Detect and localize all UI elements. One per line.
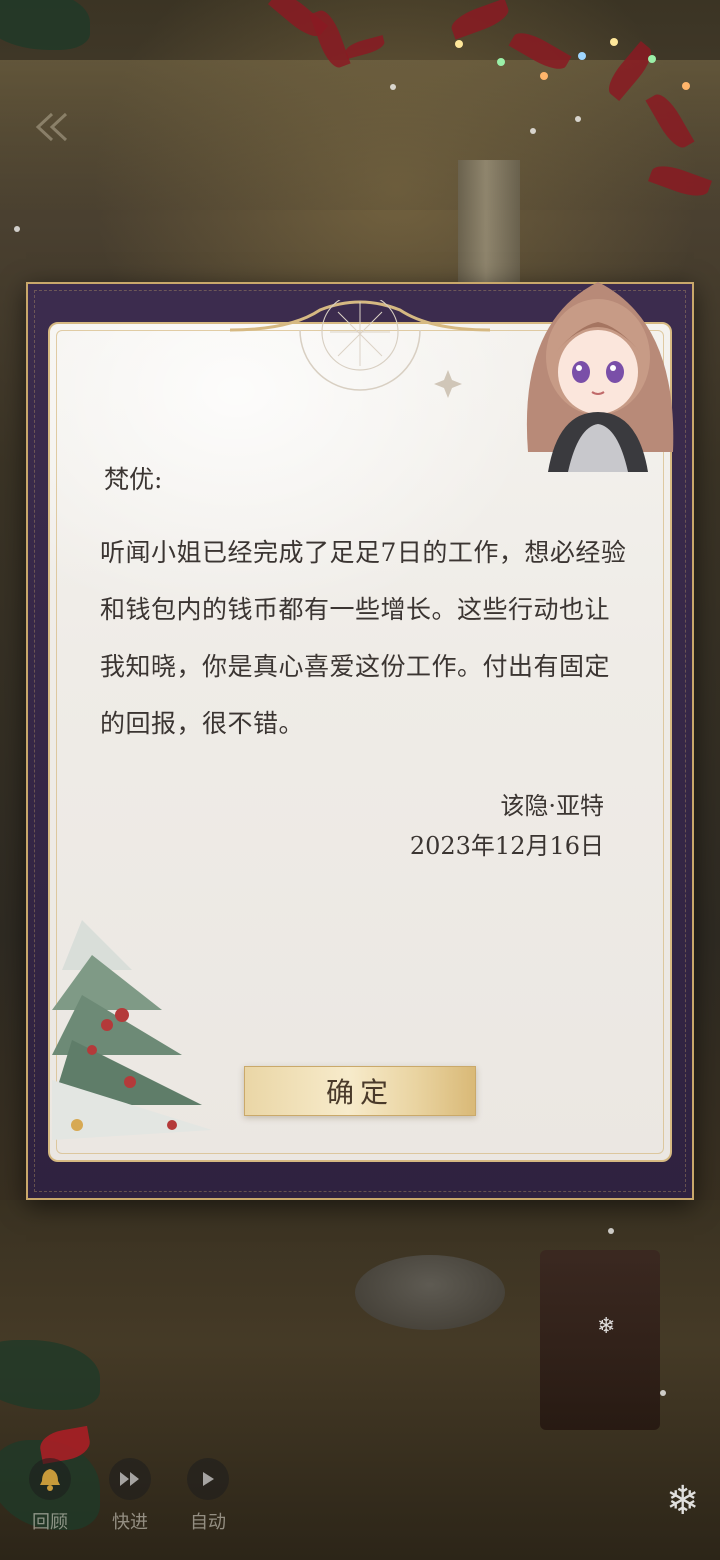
snow-dot bbox=[14, 226, 20, 232]
fast-forward-label: 快进 bbox=[112, 1512, 148, 1533]
string-light bbox=[682, 82, 690, 90]
string-light bbox=[497, 58, 505, 66]
letter-date: 2023年12月16日 bbox=[409, 832, 604, 860]
fast-forward-button[interactable]: 快进 bbox=[100, 1458, 160, 1534]
snow-dot bbox=[530, 128, 536, 134]
string-light bbox=[540, 72, 548, 80]
fast-forward-icon bbox=[109, 1458, 151, 1500]
letter-signer: 该隐·亚特 bbox=[500, 792, 604, 820]
snow-dot bbox=[660, 1390, 666, 1396]
christmas-tree-decoration bbox=[52, 920, 212, 1140]
pine-branch bbox=[0, 0, 90, 50]
maple-leaf bbox=[448, 0, 512, 40]
auto-button[interactable]: 自动 bbox=[178, 1458, 238, 1534]
snowflake-icon: ❄ bbox=[597, 1314, 616, 1339]
maple-leaf bbox=[343, 35, 387, 59]
string-light bbox=[455, 40, 463, 48]
letter-body: 听闻小姐已经完成了足足7日的工作，想必经验和钱包内的钱币都有一些增长。这些行动也… bbox=[100, 538, 627, 738]
string-light bbox=[648, 55, 656, 63]
snow-dot bbox=[608, 1228, 614, 1234]
string-light bbox=[610, 38, 618, 46]
play-icon bbox=[187, 1458, 229, 1500]
review-label: 回顾 bbox=[32, 1512, 68, 1533]
snow-dot bbox=[390, 84, 396, 90]
snow-dot bbox=[575, 116, 581, 122]
side-table bbox=[540, 1250, 660, 1430]
snowflake-icon: ❄ bbox=[666, 1478, 700, 1524]
character-portrait bbox=[526, 282, 674, 472]
auto-label: 自动 bbox=[190, 1512, 226, 1533]
string-light bbox=[578, 52, 586, 60]
bell-icon bbox=[29, 1458, 71, 1500]
back-arrow-icon[interactable] bbox=[32, 110, 74, 144]
review-button[interactable]: 回顾 bbox=[20, 1458, 80, 1534]
crest-ornament bbox=[230, 300, 490, 398]
teacup bbox=[355, 1255, 505, 1330]
confirm-button[interactable]: 确定 bbox=[244, 1066, 476, 1116]
letter-greeting: 梵优: bbox=[104, 465, 163, 494]
